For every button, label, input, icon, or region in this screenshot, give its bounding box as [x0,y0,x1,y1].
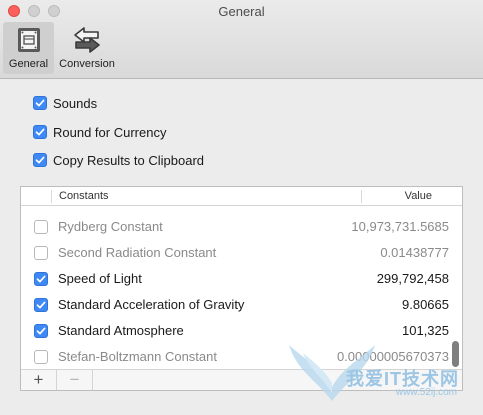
table-row[interactable]: Rydberg Constant 10,973,731.5685 [21,214,449,240]
row-checkbox[interactable] [34,246,48,260]
row-checkbox[interactable] [34,324,48,338]
table-row[interactable]: Standard Acceleration of Gravity 9.80665 [21,292,449,318]
constant-name: Stefan-Boltzmann Constant [58,349,217,364]
table-header: Constants Value [21,187,462,206]
option-sounds[interactable]: Sounds [33,94,97,112]
window-title: General [218,4,265,19]
add-button[interactable]: + [21,370,57,390]
column-separator [51,190,52,203]
preferences-window: General General Conversion Sounds Round … [0,0,483,415]
constant-value: 9.80665 [402,297,449,312]
toolbar-tab-conversion[interactable]: Conversion [56,22,118,74]
checkmark-icon [36,327,46,335]
constant-name: Second Radiation Constant [58,245,217,260]
checkmark-icon [35,128,45,136]
conversion-arrows-icon [74,27,100,53]
constant-value: 0.01438777 [380,245,449,260]
row-checkbox[interactable] [34,272,48,286]
general-prefs-icon [17,28,40,52]
constant-value: 10,973,731.5685 [351,219,449,234]
option-round-for-currency[interactable]: Round for Currency [33,123,166,141]
checkmark-icon [35,99,45,107]
title-bar: General General Conversion [0,0,483,79]
constant-name: Standard Acceleration of Gravity [58,297,245,312]
constant-name: Speed of Light [58,271,142,286]
checkmark-icon [35,156,45,164]
row-checkbox[interactable] [34,350,48,364]
constant-value: 299,792,458 [376,271,449,286]
row-checkbox[interactable] [34,298,48,312]
toolbar-tab-conversion-label: Conversion [59,58,115,70]
copy-results-checkbox[interactable] [33,153,47,167]
watermark-url: www.52ij.com [395,387,457,398]
toolbar-tab-general[interactable]: General [3,22,54,74]
constant-name: Rydberg Constant [58,219,163,234]
sounds-checkbox[interactable] [33,96,47,110]
sounds-label: Sounds [53,95,98,111]
column-header-value[interactable]: Value [405,190,432,202]
checkmark-icon [36,275,46,283]
column-header-constants[interactable]: Constants [59,190,109,202]
table-row[interactable]: Second Radiation Constant 0.01438777 [21,240,449,266]
constant-name: Standard Atmosphere [58,323,184,338]
table-row[interactable]: Speed of Light 299,792,458 [21,266,449,292]
copy-results-label: Copy Results to Clipboard [53,152,205,168]
remove-button[interactable]: − [57,370,93,390]
round-for-currency-label: Round for Currency [53,124,167,140]
watermark: 我爱IT技术网 www.52ij.com [257,331,477,409]
round-for-currency-checkbox[interactable] [33,125,47,139]
row-checkbox[interactable] [34,220,48,234]
column-separator [361,190,362,203]
option-copy-results[interactable]: Copy Results to Clipboard [33,151,204,169]
checkmark-icon [36,301,46,309]
toolbar-tab-general-label: General [8,58,49,70]
